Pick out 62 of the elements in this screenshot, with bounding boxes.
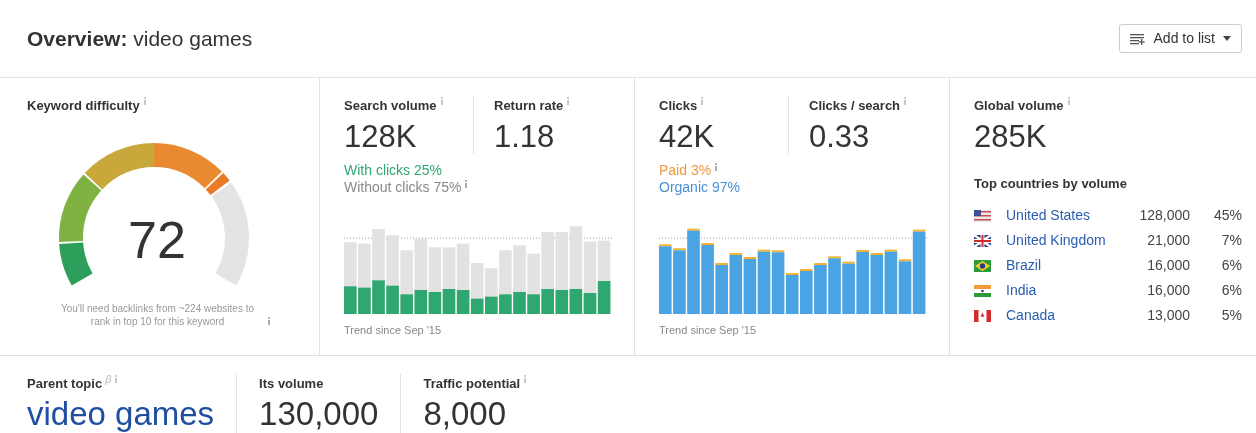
metric-label: Clicks / search	[809, 97, 901, 115]
metric-label: Search volume	[344, 97, 437, 115]
info-icon[interactable]	[266, 316, 271, 325]
metric-value: 130,000	[259, 393, 379, 433]
metric-label: Return rate	[494, 97, 564, 115]
metric-value: 8,000	[423, 393, 507, 433]
table-cell-text: 21,000	[1146, 231, 1190, 251]
metric-value: 0.33	[809, 119, 871, 154]
flag-icon	[974, 234, 991, 247]
metric-label: Global volume	[974, 97, 1064, 115]
metric-value: 128K	[344, 119, 418, 154]
page-title: Overview: video games	[27, 25, 253, 52]
section-heading: Top countries by volume	[974, 174, 1128, 193]
trend-caption: Trend since Sep '15	[344, 322, 443, 338]
list-add-icon	[1129, 32, 1146, 45]
country-link[interactable]: India	[992, 278, 1122, 304]
table-cell-text: 128,000	[1138, 206, 1190, 226]
info-icon[interactable]	[523, 375, 528, 383]
metric-label: Clicks	[659, 97, 698, 115]
table-cell: 45%	[1190, 203, 1242, 229]
add-to-list-button[interactable]: Add to list	[1118, 24, 1242, 53]
flag-icon	[974, 309, 991, 322]
metric-value: 1.18	[494, 119, 556, 154]
metric-value: 42K	[659, 119, 716, 154]
paid-clicks-text: Paid 3%	[659, 161, 712, 179]
country-link[interactable]: Brazil	[992, 253, 1122, 279]
metric-label: Its volume	[259, 375, 324, 393]
table-cell-text: 16,000	[1146, 256, 1190, 276]
table-cell-text: 13,000	[1146, 306, 1190, 326]
metric-value: 285K	[974, 119, 1048, 154]
info-icon[interactable]	[903, 97, 908, 105]
table-cell: 6%	[1190, 253, 1242, 279]
metric-label: Parent topic	[27, 375, 103, 393]
table-cell: 7%	[1190, 228, 1242, 254]
caret-icon	[1223, 36, 1231, 41]
country-link[interactable]: United States	[992, 203, 1122, 229]
info-icon[interactable]	[439, 97, 444, 105]
info-icon[interactable]	[566, 97, 571, 105]
metric-label: Traffic potential	[423, 375, 521, 393]
table-cell: 6%	[1190, 278, 1242, 304]
info-icon[interactable]	[714, 162, 719, 171]
country-link[interactable]: Canada	[992, 303, 1122, 329]
info-icon[interactable]	[114, 375, 119, 383]
parent-topic-link[interactable]: video games	[27, 393, 215, 433]
metric-label: Keyword difficulty	[27, 97, 140, 115]
info-icon[interactable]	[142, 97, 147, 105]
country-link[interactable]: United Kingdom	[992, 228, 1122, 254]
table-cell: 5%	[1190, 303, 1242, 329]
flag-icon	[974, 284, 991, 297]
with-clicks-text: With clicks 25%	[344, 161, 444, 179]
flag-icon	[974, 259, 991, 272]
without-clicks-text: Without clicks 75%	[344, 178, 462, 196]
beta-mark: β	[105, 374, 112, 385]
info-icon[interactable]	[1066, 97, 1071, 105]
backlinks-note: You'll need backlinks from ~224 websites to rank in top 10 for this keyword	[59, 301, 255, 328]
difficulty-score: 72	[128, 210, 186, 269]
trend-caption: Trend since Sep '15	[659, 322, 758, 338]
info-icon[interactable]	[700, 97, 705, 105]
info-icon[interactable]	[464, 179, 469, 188]
table-cell-text: 16,000	[1146, 281, 1190, 301]
organic-clicks-text: Organic 97%	[659, 178, 741, 196]
flag-icon	[974, 209, 991, 222]
